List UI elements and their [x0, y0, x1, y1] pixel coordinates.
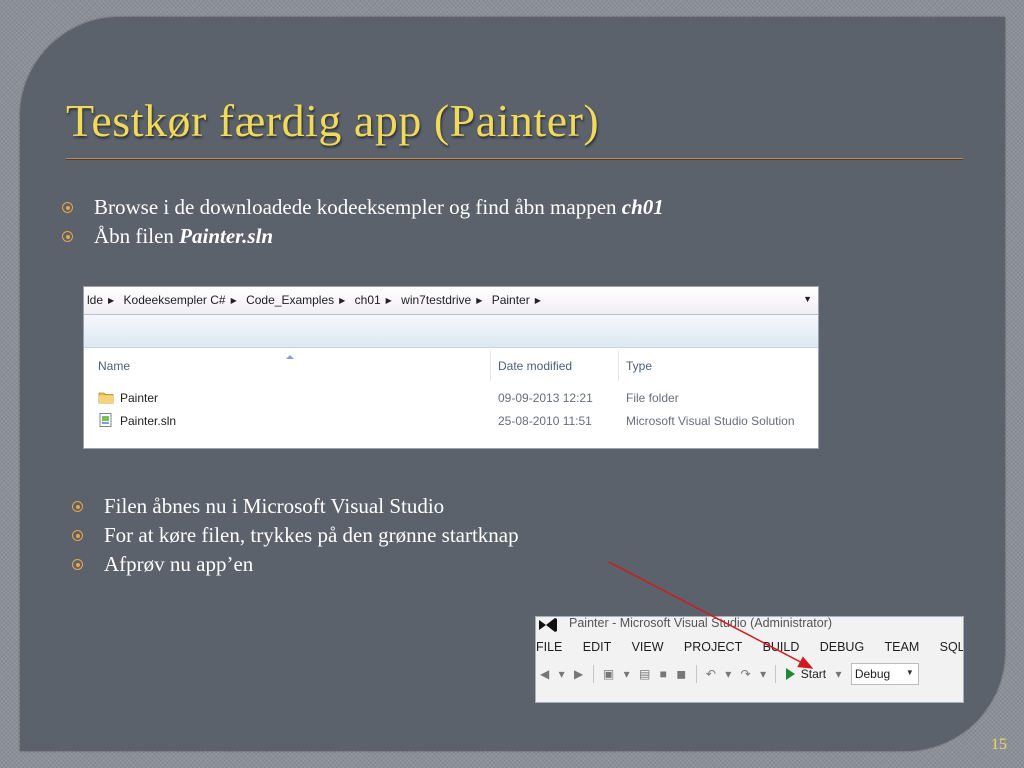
menu-bar: FILE EDIT VIEW PROJECT BUILD DEBUG TEAM …	[536, 640, 963, 654]
chevron-right-icon: ▶	[385, 296, 392, 305]
bullet-icon	[72, 559, 83, 570]
menu-edit[interactable]: EDIT	[583, 640, 611, 654]
bullet-emphasis: ch01	[621, 195, 664, 219]
file-name: Painter	[120, 391, 159, 405]
file-name: Painter.sln	[120, 414, 177, 428]
play-icon	[785, 668, 795, 680]
chevron-down-icon[interactable]: ▾	[624, 667, 630, 681]
redo-icon[interactable]: ↷	[741, 667, 751, 681]
bullet-text: Filen åbnes nu i Microsoft Visual Studio	[104, 494, 445, 518]
menu-debug[interactable]: DEBUG	[820, 640, 864, 654]
file-type: File folder	[626, 391, 679, 405]
column-header-row: Name Date modified Type	[84, 351, 818, 381]
file-date: 25-08-2010 11:51	[498, 414, 592, 428]
menu-file[interactable]: FILE	[536, 640, 562, 654]
solution-file-icon	[99, 413, 112, 427]
chevron-down-icon[interactable]: ▾	[760, 667, 766, 681]
standard-toolbar: ◀ ▾ ▶ ▣ ▾ ▤ ■ ◼ ↶ ▾ ↷ ▾ Start ▾ Debug ▼	[540, 663, 919, 687]
bullet-item: For at køre filen, trykkes på den grønne…	[72, 521, 519, 550]
column-header-date[interactable]: Date modified	[498, 359, 572, 373]
save-icon[interactable]: ■	[660, 667, 667, 681]
chevron-down-icon: ▼	[905, 668, 914, 677]
bullet-icon	[62, 231, 73, 242]
start-label: Start	[800, 667, 827, 681]
open-file-icon[interactable]: ▤	[639, 667, 650, 681]
bullet-text: Åbn filen	[94, 224, 180, 248]
chevron-right-icon: ▶	[534, 296, 541, 305]
column-divider[interactable]	[490, 351, 491, 381]
sort-indicator-icon	[286, 355, 294, 359]
file-row[interactable]: Painter.sln 25-08-2010 11:51 Microsoft V…	[84, 410, 818, 432]
bullet-item: Browse i de downloadede kodeeksempler og…	[62, 193, 664, 222]
bullet-icon	[72, 530, 83, 541]
window-title: Painter - Microsoft Visual Studio (Admin…	[569, 616, 833, 630]
chevron-right-icon: ▶	[230, 296, 237, 305]
undo-icon[interactable]: ↶	[706, 667, 716, 681]
bullet-item: Filen åbnes nu i Microsoft Visual Studio	[72, 492, 519, 521]
slide-title: Testkør færdig app (Painter)	[66, 95, 600, 146]
new-project-icon[interactable]: ▣	[603, 667, 614, 681]
menu-team[interactable]: TEAM	[885, 640, 920, 654]
visual-studio-logo-icon	[539, 618, 557, 632]
bullet-item: Afprøv nu app’en	[72, 550, 519, 579]
chevron-down-icon[interactable]: ▾	[725, 667, 731, 681]
menu-build[interactable]: BUILD	[763, 640, 800, 654]
column-header-type[interactable]: Type	[626, 359, 652, 373]
visual-studio-screenshot: Painter - Microsoft Visual Studio (Admin…	[535, 616, 964, 703]
chevron-down-icon[interactable]: ▾	[835, 667, 841, 681]
explorer-screenshot: lde ▶ Kodeeksempler C# ▶ Code_Examples ▶ ch…	[83, 286, 819, 449]
bullet-icon	[62, 202, 73, 213]
chevron-down-icon[interactable]: ▼	[803, 294, 812, 304]
toolbar-separator	[592, 665, 594, 683]
bullet-item: Åbn filen Painter.sln	[62, 222, 664, 251]
column-header-name[interactable]: Name	[98, 359, 130, 373]
top-bullet-list: Browse i de downloadede kodeeksempler og…	[62, 193, 664, 251]
folder-icon	[98, 392, 114, 404]
start-button[interactable]: Start	[785, 667, 827, 681]
bullet-text: For at køre filen, trykkes på den grønne…	[104, 523, 519, 547]
chevron-down-icon[interactable]: ▾	[559, 667, 565, 681]
bullet-text: Browse i de downloadede kodeeksempler og…	[94, 195, 622, 219]
menu-view[interactable]: VIEW	[632, 640, 664, 654]
chevron-right-icon: ▶	[339, 296, 346, 305]
file-type: Microsoft Visual Studio Solution	[626, 414, 795, 428]
breadcrumb-item[interactable]: Code_Examples	[246, 293, 334, 307]
toolbar-separator	[775, 665, 777, 683]
save-all-icon[interactable]: ◼	[676, 667, 686, 681]
file-row[interactable]: Painter 09-09-2013 12:21 File folder	[84, 387, 818, 409]
breadcrumb-item[interactable]: ch01	[355, 293, 381, 307]
navigate-forward-icon[interactable]: ▶	[574, 667, 583, 681]
menu-project[interactable]: PROJECT	[684, 640, 742, 654]
file-date: 09-09-2013 12:21	[498, 391, 593, 405]
address-bar[interactable]: lde ▶ Kodeeksempler C# ▶ Code_Examples ▶ ch…	[84, 287, 818, 315]
navigate-back-icon[interactable]: ◀	[540, 667, 549, 681]
solution-configuration-select[interactable]: Debug ▼	[850, 663, 919, 685]
bullet-icon	[72, 501, 83, 512]
toolbar-separator	[695, 665, 697, 683]
configuration-value: Debug	[854, 667, 891, 681]
breadcrumb-item[interactable]: Kodeeksempler C#	[124, 293, 226, 307]
breadcrumb-item[interactable]: Painter	[492, 293, 530, 307]
column-divider[interactable]	[618, 351, 619, 381]
chevron-right-icon: ▶	[108, 296, 115, 305]
bullet-emphasis: Painter.sln	[179, 224, 274, 248]
bottom-bullet-list: Filen åbnes nu i Microsoft Visual Studio…	[72, 492, 519, 579]
explorer-toolbar	[84, 315, 818, 348]
page-number: 15	[991, 736, 1007, 753]
breadcrumb-item[interactable]: win7testdrive	[401, 293, 471, 307]
breadcrumb: lde ▶ Kodeeksempler C# ▶ Code_Examples ▶ ch…	[87, 293, 547, 307]
menu-sql[interactable]: SQL	[940, 640, 963, 654]
chevron-right-icon: ▶	[476, 296, 483, 305]
bullet-text: Afprøv nu app’en	[104, 552, 254, 576]
title-divider	[66, 158, 963, 160]
breadcrumb-item[interactable]: lde	[87, 293, 103, 307]
